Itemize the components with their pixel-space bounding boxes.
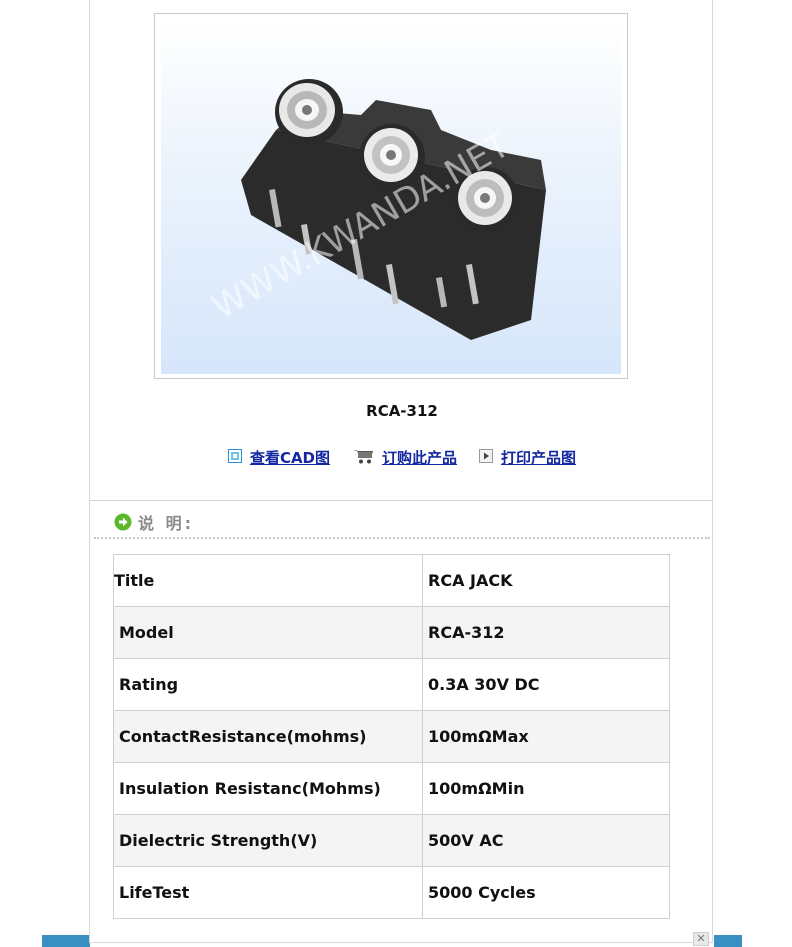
product-panel: WWW.KWANDA.NET RCA-312 查看CAD图 订购此产品 打印产品…	[89, 0, 713, 943]
spec-key: Rating	[113, 658, 423, 711]
table-row: Model RCA-312	[113, 606, 670, 659]
dotted-separator	[94, 537, 710, 539]
table-row: Title RCA JACK	[113, 554, 670, 607]
spec-key: ContactResistance(mohms)	[113, 710, 423, 763]
close-ad-button[interactable]: ✕	[693, 932, 709, 946]
table-row: Rating 0.3A 30V DC	[113, 658, 670, 711]
spec-key: Insulation Resistanc(Mohms)	[113, 762, 423, 815]
table-row: Insulation Resistanc(Mohms) 100mΩMin	[113, 762, 670, 815]
spec-key: Model	[113, 606, 423, 659]
product-image-frame: WWW.KWANDA.NET	[154, 13, 628, 379]
print-link[interactable]: 打印产品图	[501, 447, 576, 468]
view-cad-action[interactable]: 查看CAD图	[227, 447, 330, 468]
order-action[interactable]: 订购此产品	[352, 447, 457, 468]
spec-value: RCA-312	[422, 606, 670, 659]
footer-strip-right	[714, 935, 742, 947]
table-row: ContactResistance(mohms) 100mΩMax	[113, 710, 670, 763]
print-action[interactable]: 打印产品图	[479, 447, 576, 468]
cad-icon	[227, 448, 242, 467]
view-cad-link[interactable]: 查看CAD图	[250, 447, 330, 468]
order-link[interactable]: 订购此产品	[382, 447, 457, 468]
footer-strip-left	[42, 935, 90, 947]
green-arrow-icon	[114, 513, 132, 531]
table-row: LifeTest 5000 Cycles	[113, 866, 670, 919]
spec-value: 100mΩMax	[422, 710, 670, 763]
action-links: 查看CAD图 订购此产品 打印产品图	[90, 447, 714, 468]
section-title: 说 明:	[138, 514, 194, 533]
cart-icon	[352, 448, 374, 468]
section-header: 说 明:	[114, 510, 194, 534]
table-row: Dielectric Strength(V) 500V AC	[113, 814, 670, 867]
spec-value: 500V AC	[422, 814, 670, 867]
product-image[interactable]: WWW.KWANDA.NET	[161, 20, 621, 374]
print-arrow-icon	[479, 448, 494, 467]
spec-value: 100mΩMin	[422, 762, 670, 815]
spec-key: Title	[113, 554, 423, 607]
spec-value: RCA JACK	[422, 554, 670, 607]
spec-value: 0.3A 30V DC	[422, 658, 670, 711]
spec-value: 5000 Cycles	[422, 866, 670, 919]
spec-key: LifeTest	[113, 866, 423, 919]
product-code: RCA-312	[366, 402, 438, 420]
divider	[90, 500, 712, 501]
spec-key: Dielectric Strength(V)	[113, 814, 423, 867]
close-icon: ✕	[696, 932, 706, 945]
spec-table: Title RCA JACK Model RCA-312 Rating 0.3A…	[113, 554, 670, 919]
